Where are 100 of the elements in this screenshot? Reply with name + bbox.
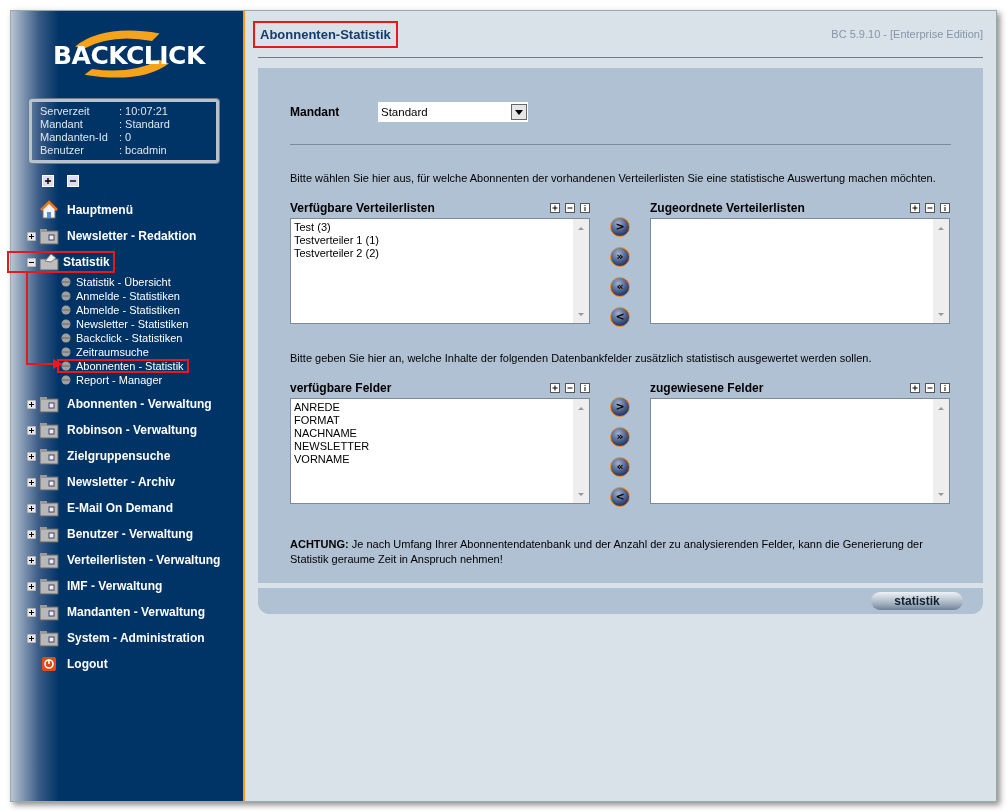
folder-icon: [39, 498, 59, 518]
instruction-text: Bitte wählen Sie hier aus, für welche Abonnenten der vorhandenen Verteilerlisten Sie eine statistische Auswertung machen möchten.: [290, 172, 937, 184]
expand-icon[interactable]: [27, 399, 36, 409]
expand-icon[interactable]: [27, 425, 36, 435]
folder-icon: [39, 394, 59, 414]
remove-icon[interactable]: [925, 382, 935, 393]
list-item[interactable]: FORMAT: [294, 414, 570, 427]
nav-item[interactable]: E-Mail On Demand: [62, 497, 178, 519]
scrollbar[interactable]: [933, 219, 949, 323]
remove-icon[interactable]: [565, 202, 575, 213]
submenu-item[interactable]: Anmelde - Statistiken: [57, 289, 185, 303]
expand-icon[interactable]: [27, 607, 36, 617]
folder-icon: [39, 576, 59, 596]
transfer-button[interactable]: »: [610, 427, 630, 447]
expand-icon[interactable]: [27, 633, 36, 643]
remove-icon[interactable]: [925, 202, 935, 213]
folder-chart-icon: [39, 252, 59, 272]
transfer-button[interactable]: >: [610, 217, 630, 237]
bullet-icon: [61, 333, 71, 343]
expand-icon[interactable]: [27, 477, 36, 487]
submenu-item[interactable]: Report - Manager: [57, 373, 168, 387]
add-icon[interactable]: [910, 202, 920, 213]
submenu-item[interactable]: Zeitraumsuche: [57, 345, 154, 359]
list-title: zugewiesene Felder: [650, 380, 764, 395]
expand-icon[interactable]: [27, 581, 36, 591]
nav-item[interactable]: System - Administration: [62, 627, 210, 649]
expand-icon[interactable]: [27, 503, 36, 513]
scrollbar[interactable]: [933, 399, 949, 503]
list-title: Zugeordnete Verteilerlisten: [650, 200, 805, 215]
info-value: : 10:07:21: [119, 105, 168, 118]
list-item[interactable]: Testverteiler 1 (1): [294, 234, 570, 247]
nav-item[interactable]: Newsletter - Redaktion: [62, 225, 202, 247]
info-label: Serverzeit: [40, 105, 91, 118]
transfer-button[interactable]: <: [610, 307, 630, 327]
folder-icon: [39, 472, 59, 492]
mandant-dropdown[interactable]: Standard: [378, 102, 528, 122]
statistik-button[interactable]: statistik: [871, 592, 963, 610]
nav-item[interactable]: Verteilerlisten - Verwaltung: [62, 549, 226, 571]
info-icon[interactable]: [940, 382, 950, 393]
info-icon[interactable]: [580, 202, 590, 213]
list-item[interactable]: Test (3): [294, 221, 570, 234]
bullet-icon: [61, 291, 71, 301]
bullet-icon: [61, 277, 71, 287]
warning-text: ACHTUNG: Je nach Umfang Ihrer Abonnentendatenbank und der Anzahl der zu analysierenden Felder, kann die Generierung der Statistik geraume Zeit in Anspruch nehmen!: [290, 537, 924, 567]
transfer-button[interactable]: <: [610, 487, 630, 507]
collapse-icon[interactable]: [27, 257, 36, 267]
list-box[interactable]: Test (3) Testverteiler 1 (1) Testverteiler 2 (2): [290, 218, 590, 324]
nav-item[interactable]: Hauptmenü: [62, 199, 138, 221]
list-item[interactable]: ANREDE: [294, 401, 570, 414]
submenu-item[interactable]: Newsletter - Statistiken: [57, 317, 194, 331]
list-item[interactable]: NEWSLETTER: [294, 440, 570, 453]
list-item[interactable]: Testverteiler 2 (2): [294, 247, 570, 260]
field-label: Mandant: [290, 105, 341, 119]
list-box[interactable]: ANREDE FORMAT NACHNAME NEWSLETTER VORNAME: [290, 398, 590, 504]
transfer-button[interactable]: >: [610, 397, 630, 417]
folder-icon: [39, 602, 59, 622]
folder-icon: [39, 524, 59, 544]
collapse-all-icon[interactable]: [67, 175, 79, 187]
remove-icon[interactable]: [565, 382, 575, 393]
nav-item[interactable]: Mandanten - Verwaltung: [62, 601, 210, 623]
bullet-icon: [61, 319, 71, 329]
nav-item[interactable]: Newsletter - Archiv: [62, 471, 181, 493]
submenu-item[interactable]: Backclick - Statistiken: [57, 331, 188, 345]
folder-icon: [39, 628, 59, 648]
folder-icon: [39, 420, 59, 440]
nav-item[interactable]: Statistik: [7, 251, 115, 273]
expand-icon[interactable]: [27, 451, 36, 461]
transfer-button[interactable]: «: [610, 457, 630, 477]
expand-icon[interactable]: [27, 555, 36, 565]
nav-item[interactable]: Abonnenten - Verwaltung: [62, 393, 217, 415]
instruction-text: Bitte geben Sie hier an, welche Inhalte der folgenden Datenbankfelder zusätzlich statistisch ausgewertet werden sollen.: [290, 352, 873, 364]
expand-all-icon[interactable]: [42, 175, 54, 187]
house-icon: [39, 200, 59, 220]
list-item[interactable]: VORNAME: [294, 453, 570, 466]
info-icon[interactable]: [940, 202, 950, 213]
scrollbar[interactable]: [573, 399, 589, 503]
list-item[interactable]: NACHNAME: [294, 427, 570, 440]
add-icon[interactable]: [550, 382, 560, 393]
transfer-button[interactable]: «: [610, 277, 630, 297]
nav-item[interactable]: IMF - Verwaltung: [62, 575, 168, 597]
list-box[interactable]: [650, 218, 950, 324]
add-icon[interactable]: [910, 382, 920, 393]
nav-item[interactable]: Zielgruppensuche: [62, 445, 176, 467]
add-icon[interactable]: [550, 202, 560, 213]
info-value: : 0: [119, 131, 132, 144]
info-value: : Standard: [119, 118, 170, 131]
expand-icon[interactable]: [27, 529, 36, 539]
nav-item[interactable]: Benutzer - Verwaltung: [62, 523, 199, 545]
nav-item[interactable]: Robinson - Verwaltung: [62, 419, 202, 441]
version-label: BC 5.9.10 - [Enterprise Edition]: [831, 28, 983, 40]
submenu-item[interactable]: Abmelde - Statistiken: [57, 303, 185, 317]
scrollbar[interactable]: [573, 219, 589, 323]
submenu-item[interactable]: Statistik - Übersicht: [57, 275, 176, 289]
expand-icon[interactable]: [27, 231, 36, 241]
info-icon[interactable]: [580, 382, 590, 393]
submenu-item[interactable]: Abonnenten - Statistik: [57, 359, 189, 373]
nav-item[interactable]: Logout: [62, 653, 113, 675]
folder-icon: [39, 550, 59, 570]
transfer-button[interactable]: »: [610, 247, 630, 267]
list-box[interactable]: [650, 398, 950, 504]
